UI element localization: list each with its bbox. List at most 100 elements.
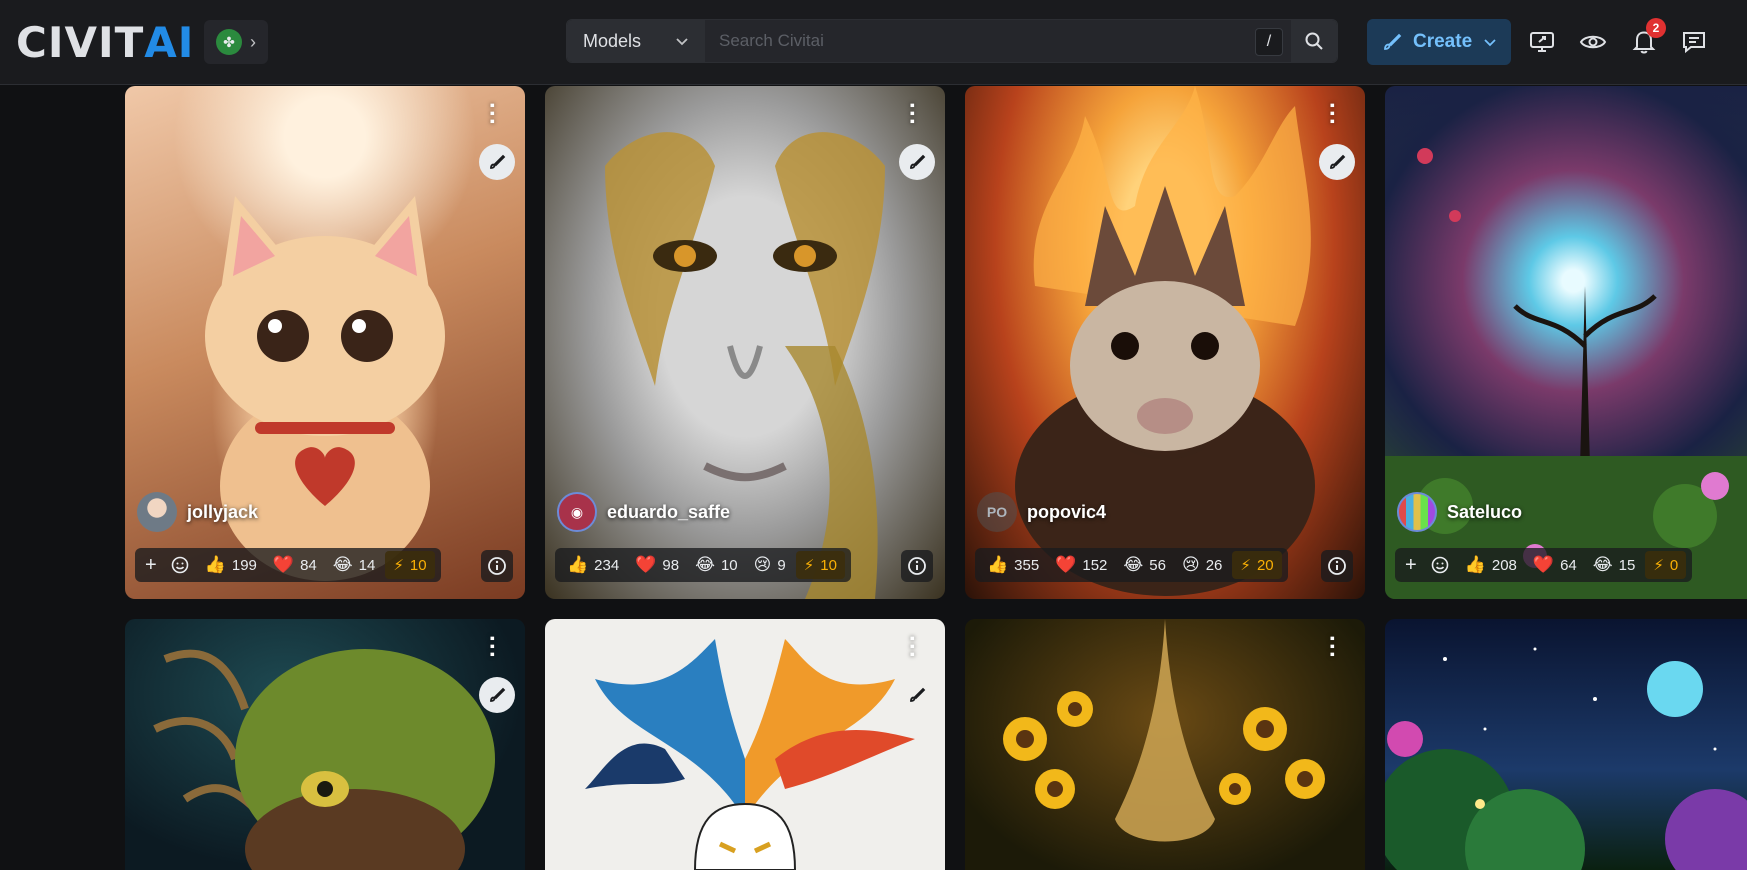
heart-icon: ❤️ — [635, 555, 657, 574]
card-menu-button[interactable]: ··· — [898, 102, 925, 126]
reaction-like[interactable]: 👍 208 — [1459, 555, 1523, 575]
reaction-count: 26 — [1205, 556, 1223, 574]
search-shortcut-key: / — [1255, 28, 1283, 56]
search-bar: Models / — [566, 19, 1338, 63]
notifications-button[interactable]: 2 — [1626, 18, 1666, 60]
card-image-lion-splash[interactable] — [545, 619, 945, 870]
notification-count-badge: 2 — [1646, 18, 1666, 38]
image-card[interactable]: Sateluco + 👍 208 ❤️ 64 😂 15 ⚡ 0 — [1385, 86, 1747, 599]
tip-buzz-button[interactable]: ⚡ 20 — [1232, 551, 1282, 579]
reaction-laugh[interactable]: 😂 14 — [327, 555, 382, 575]
laugh-icon: 😂 — [332, 555, 353, 574]
card-menu-button[interactable]: ··· — [478, 635, 505, 659]
chat-button[interactable] — [1676, 24, 1712, 60]
emoji-picker-button[interactable] — [1425, 556, 1455, 574]
author-name: eduardo_saffe — [607, 501, 731, 522]
image-card[interactable]: ··· jollyjack + 👍 199 ❤️ 84 😂 14 ⚡ 10 — [125, 86, 525, 599]
smile-icon — [171, 556, 188, 574]
remix-button[interactable] — [899, 677, 935, 713]
reaction-count: 64 — [1560, 556, 1577, 574]
tip-buzz-button[interactable]: ⚡ 10 — [795, 551, 845, 579]
brush-icon — [910, 154, 926, 169]
browsing-mode-button[interactable] — [1575, 24, 1611, 60]
buzz-count: 20 — [1256, 556, 1274, 574]
reaction-count: 15 — [1618, 556, 1636, 574]
civitai-logo[interactable]: CIVIT AI — [16, 18, 194, 67]
reaction-laugh[interactable]: 😂 10 — [689, 555, 744, 575]
reaction-count: 355 — [1014, 556, 1040, 574]
card-menu-button[interactable]: ··· — [1318, 635, 1345, 659]
logo-text-ai: AI — [144, 17, 195, 67]
card-image-sunflowers[interactable] — [965, 619, 1365, 870]
reaction-cry[interactable]: 😢 9 — [748, 555, 792, 575]
info-icon — [908, 557, 926, 575]
brush-icon — [490, 154, 506, 169]
reaction-heart[interactable]: ❤️ 84 — [267, 555, 323, 575]
image-info-button[interactable] — [1321, 550, 1353, 582]
brand-switch-button[interactable]: ✤ › — [204, 20, 268, 64]
chat-icon — [1683, 32, 1705, 54]
tip-buzz-button[interactable]: ⚡ 10 — [385, 551, 435, 579]
card-image-alien-creature[interactable] — [125, 619, 525, 870]
card-author[interactable]: ◉ eduardo_saffe — [557, 492, 730, 532]
upload-screen-button[interactable] — [1524, 24, 1560, 60]
reaction-count: 9 — [777, 556, 786, 574]
eye-icon: ◉ — [570, 503, 584, 520]
image-card[interactable]: ··· — [545, 619, 945, 870]
heart-icon: ❤️ — [1532, 555, 1555, 574]
add-reaction-button[interactable]: + — [141, 554, 161, 577]
reaction-like[interactable]: 👍 199 — [199, 555, 263, 575]
search-type-label: Models — [583, 30, 642, 51]
add-reaction-button[interactable]: + — [1401, 554, 1421, 577]
reaction-cry[interactable]: 😢 26 — [1176, 555, 1228, 575]
search-type-select[interactable]: Models — [567, 20, 705, 62]
reaction-bar: + 👍 208 ❤️ 64 😂 15 ⚡ 0 — [1395, 548, 1693, 582]
clover-icon: ✤ — [216, 29, 242, 55]
card-menu-button[interactable]: ··· — [898, 635, 925, 659]
avatar: PO — [977, 492, 1017, 532]
remix-button[interactable] — [479, 144, 515, 180]
bolt-icon: ⚡ — [1240, 557, 1251, 574]
brush-icon — [1330, 154, 1346, 169]
card-author[interactable]: PO popovic4 — [977, 492, 1106, 532]
reaction-count: 234 — [594, 556, 620, 574]
image-card[interactable]: ··· — [965, 619, 1365, 870]
reaction-like[interactable]: 👍 234 — [561, 555, 625, 575]
reaction-heart[interactable]: ❤️ 98 — [629, 555, 685, 575]
reaction-bar: 👍 234 ❤️ 98 😂 10 😢 9 ⚡ 10 — [555, 548, 851, 582]
search-input[interactable] — [705, 20, 1291, 62]
search-icon — [1305, 32, 1323, 50]
avatar — [1397, 492, 1437, 532]
remix-button[interactable] — [1319, 144, 1355, 180]
remix-button[interactable] — [479, 677, 515, 713]
emoji-picker-button[interactable] — [165, 556, 195, 574]
heart-icon: ❤️ — [1055, 555, 1077, 574]
remix-button[interactable] — [899, 144, 935, 180]
author-name: Sateluco — [1447, 501, 1523, 522]
tip-buzz-button[interactable]: ⚡ 0 — [1645, 551, 1687, 579]
bolt-icon: ⚡ — [803, 557, 815, 574]
search-button[interactable] — [1291, 20, 1337, 62]
reaction-laugh[interactable]: 😂 56 — [1117, 555, 1172, 575]
card-image-night-forest[interactable] — [1385, 619, 1747, 870]
create-button[interactable]: Create — [1367, 19, 1511, 65]
brush-icon — [910, 687, 926, 702]
image-info-button[interactable] — [901, 550, 933, 582]
image-card[interactable]: ··· ◉ eduardo_saffe 👍 234 ❤️ 98 😂 10 😢 9 ⚡ 10 — [545, 86, 945, 599]
reaction-heart[interactable]: ❤️ 152 — [1049, 555, 1113, 575]
logo-text-civ: CIVIT — [16, 17, 145, 67]
card-menu-button[interactable]: ··· — [478, 102, 505, 126]
eye-icon — [1579, 35, 1607, 49]
card-menu-button[interactable]: ··· — [1318, 102, 1345, 126]
buzz-count: 0 — [1669, 556, 1679, 574]
sunflowers-illustration — [1003, 619, 1325, 842]
reaction-laugh[interactable]: 😂 15 — [1587, 555, 1642, 575]
card-author[interactable]: jollyjack — [137, 492, 258, 532]
image-info-button[interactable] — [481, 550, 513, 582]
card-author[interactable]: Sateluco — [1397, 492, 1522, 532]
image-card[interactable]: ··· — [125, 619, 525, 870]
image-card[interactable] — [1385, 619, 1747, 870]
reaction-heart[interactable]: ❤️ 64 — [1527, 555, 1583, 575]
image-card[interactable]: ··· PO popovic4 👍 355 ❤️ 152 😂 56 😢 26 ⚡ 20 — [965, 86, 1365, 599]
reaction-like[interactable]: 👍 355 — [981, 555, 1045, 575]
